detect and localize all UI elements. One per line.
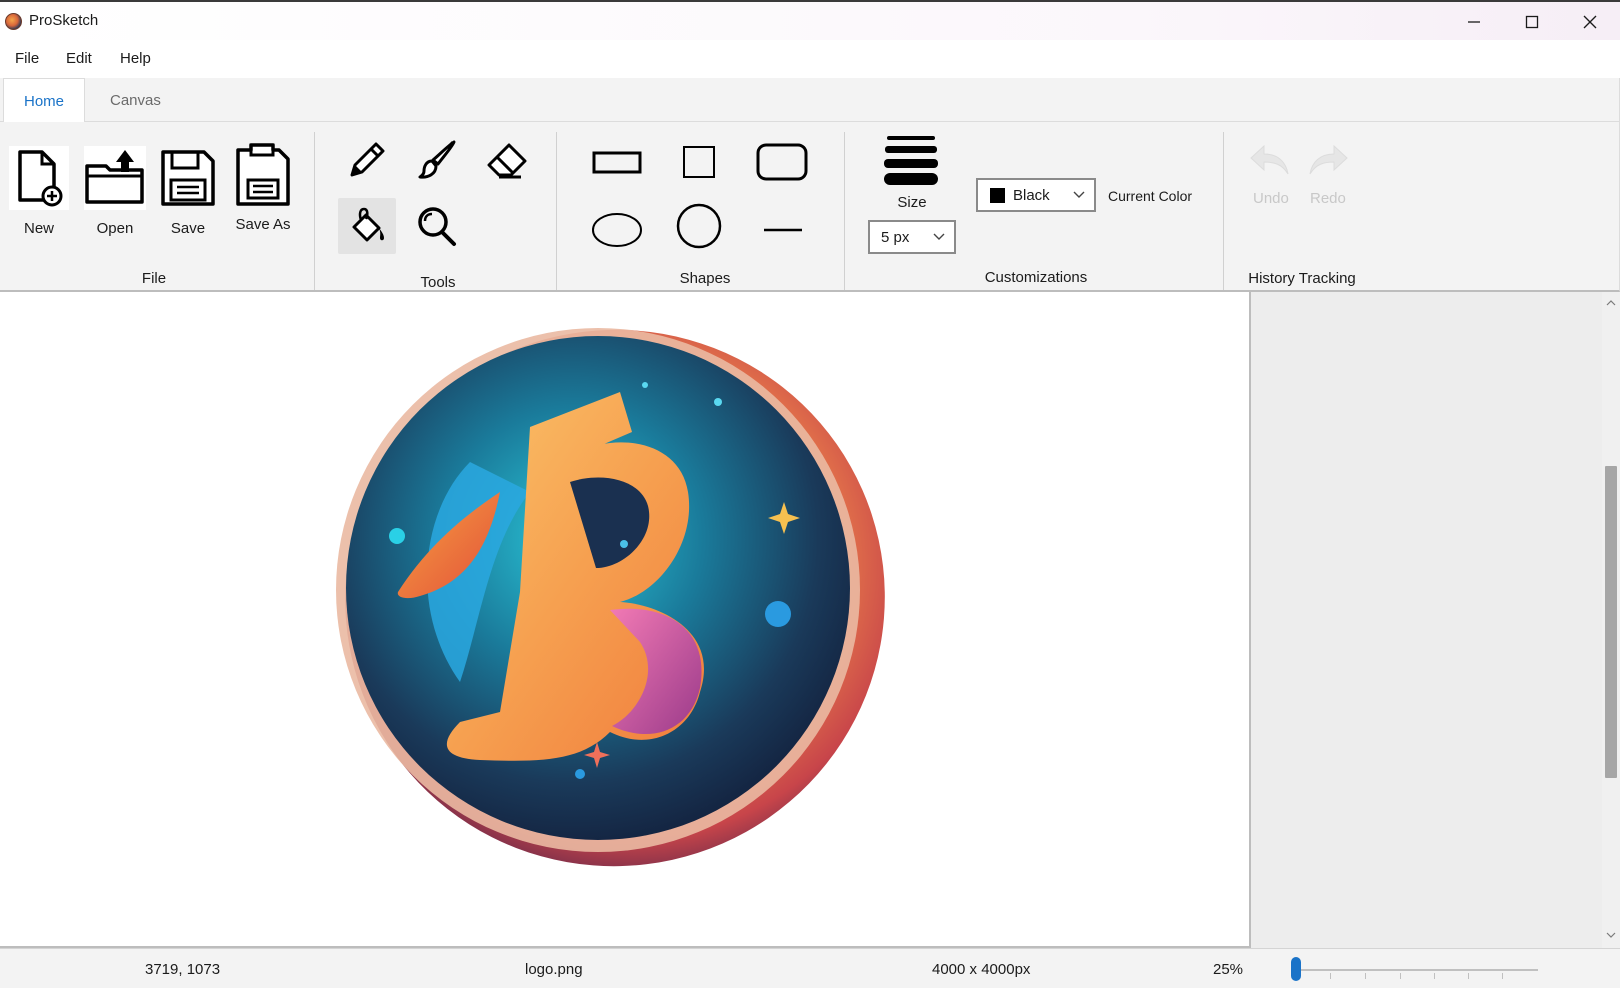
save-as-label: Save As (235, 216, 291, 233)
zoom-tick (1434, 973, 1435, 979)
circle-shape-button[interactable] (670, 198, 728, 254)
rounded-rectangle-icon (756, 143, 808, 181)
logo-image (336, 328, 885, 867)
menu-help[interactable]: Help (120, 50, 151, 67)
group-separator (556, 132, 557, 290)
size-label: Size (897, 194, 927, 211)
rectangle-icon (592, 151, 642, 174)
tools-group-label: Tools (420, 274, 456, 291)
brush-icon (418, 140, 456, 179)
close-button[interactable] (1562, 2, 1618, 42)
chevron-down-icon (1073, 191, 1085, 198)
ribbon: New Open Save Save As File Tools Shapes … (0, 122, 1620, 292)
scrollbar-thumb[interactable] (1605, 466, 1617, 778)
color-value: Black (1013, 186, 1050, 204)
redo-button[interactable]: Redo (1306, 140, 1354, 228)
tab-home[interactable]: Home (3, 78, 85, 123)
maximize-button[interactable] (1504, 2, 1560, 42)
tab-canvas[interactable]: Canvas (90, 78, 180, 122)
fill-bucket-icon (352, 207, 384, 242)
magnifier-icon (418, 207, 456, 246)
eraser-tool[interactable] (478, 132, 536, 188)
status-bar: 3719, 1073 logo.png 4000 x 4000px 25% (0, 948, 1620, 988)
color-dropdown[interactable]: Black (976, 178, 1096, 212)
canvas-side-panel (1249, 292, 1602, 948)
save-as-button[interactable]: Save As (230, 140, 296, 233)
new-label: New (23, 220, 54, 237)
open-folder-icon (85, 150, 144, 204)
rounded-rectangle-shape-button[interactable] (752, 134, 812, 190)
line-icon (764, 228, 802, 232)
customizations-group-label: Customizations (984, 269, 1088, 286)
brush-size-icon (884, 132, 938, 185)
drawing-canvas[interactable] (0, 292, 1249, 948)
square-shape-button[interactable] (670, 134, 728, 190)
undo-button[interactable]: Undo (1248, 140, 1296, 228)
minimize-icon (1468, 21, 1480, 23)
cursor-position: 3719, 1073 (145, 961, 221, 978)
close-icon (1583, 15, 1597, 29)
title-bar: ProSketch (0, 0, 1620, 40)
group-separator (314, 132, 315, 290)
image-dimensions: 4000 x 4000px (932, 961, 1031, 978)
line-shape-button[interactable] (754, 202, 812, 258)
pencil-icon (350, 142, 385, 177)
save-button[interactable]: Save (158, 146, 218, 237)
window-title: ProSketch (29, 12, 99, 29)
save-label: Save (170, 220, 206, 237)
zoom-slider-track[interactable] (1296, 969, 1538, 971)
file-name: logo.png (525, 961, 583, 978)
zoom-tick (1400, 973, 1401, 979)
brush-tool[interactable] (408, 132, 466, 188)
zoom-level: 25% (1213, 961, 1244, 978)
magnifier-tool[interactable] (408, 198, 466, 254)
ribbon-tab-strip: Home Canvas (0, 78, 1620, 123)
open-button[interactable]: Open (82, 146, 148, 237)
history-group-label: History Tracking (1248, 270, 1356, 287)
menu-file[interactable]: File (15, 50, 39, 67)
size-dropdown[interactable]: 5 px (868, 220, 956, 254)
rectangle-shape-button[interactable] (585, 134, 649, 190)
zoom-tick (1468, 973, 1469, 979)
zoom-tick (1330, 973, 1331, 979)
file-group-label: File (141, 270, 167, 287)
redo-label: Redo (1310, 190, 1346, 207)
zoom-tick (1365, 973, 1366, 979)
open-label: Open (96, 220, 134, 237)
new-file-icon (18, 150, 63, 207)
pencil-tool[interactable] (338, 132, 396, 188)
group-separator (844, 132, 845, 290)
group-separator (1223, 132, 1224, 290)
redo-icon (1309, 144, 1348, 175)
ellipse-icon (592, 213, 642, 247)
save-floppy-icon (161, 150, 215, 206)
circle-icon (676, 203, 722, 249)
color-swatch (990, 187, 1005, 203)
scroll-down-icon[interactable] (1605, 930, 1617, 940)
minimize-button[interactable] (1446, 2, 1502, 42)
chevron-down-icon (933, 233, 945, 240)
undo-label: Undo (1253, 190, 1289, 207)
eraser-icon (487, 143, 527, 179)
app-logo-icon (5, 13, 22, 30)
new-button[interactable]: New (8, 146, 70, 237)
undo-icon (1250, 144, 1289, 175)
square-icon (683, 146, 715, 178)
size-value: 5 px (881, 228, 910, 246)
zoom-tick (1502, 973, 1503, 979)
maximize-icon (1525, 15, 1539, 29)
save-as-icon (236, 143, 290, 206)
menu-bar: File Edit Help (0, 40, 1620, 78)
menu-edit[interactable]: Edit (66, 50, 92, 67)
fill-bucket-tool[interactable] (338, 198, 396, 254)
zoom-slider-thumb[interactable] (1291, 957, 1301, 981)
scroll-up-icon[interactable] (1605, 298, 1617, 308)
shapes-group-label: Shapes (679, 270, 731, 287)
current-color-label: Current Color (1108, 188, 1193, 204)
vertical-scrollbar[interactable] (1602, 292, 1620, 948)
ellipse-shape-button[interactable] (585, 202, 649, 258)
